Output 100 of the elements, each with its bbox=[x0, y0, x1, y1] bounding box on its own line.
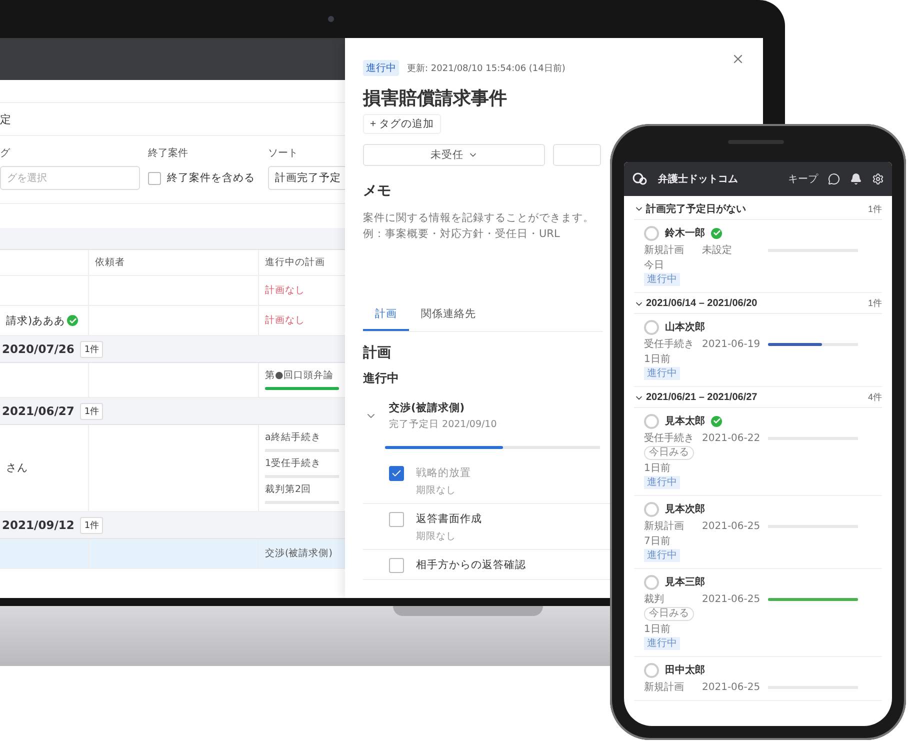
laptop-camera bbox=[328, 16, 334, 22]
section-heading: 計画 bbox=[363, 344, 391, 362]
status-badge: 進行中 bbox=[644, 367, 680, 380]
updated-time: 更新: 2021/08/10 15:54:06 (14日前) bbox=[407, 62, 566, 74]
count-badge: 1件 bbox=[80, 340, 104, 358]
filter-label: グ bbox=[0, 147, 11, 160]
client-name: 田中太郎 bbox=[665, 663, 705, 677]
status-badge: 進行中 bbox=[363, 60, 399, 76]
status-circle-icon bbox=[644, 574, 659, 590]
client-name: さん bbox=[6, 461, 29, 475]
plan-date: 2021-06-22 bbox=[702, 432, 762, 444]
client-name: 見本太郎 bbox=[665, 414, 705, 428]
table-row[interactable]: 請求)あああ 計画なし bbox=[0, 306, 345, 336]
case-card[interactable]: 見本次郎 新規計画 2021-06-25 7日前 進行中 bbox=[634, 496, 882, 569]
task-deadline: 期限なし bbox=[416, 530, 457, 543]
case-card[interactable]: 見本三郎 裁判 2021-06-25 今日みる 1日前 進行中 bbox=[634, 569, 882, 657]
plan-label: 計画なし bbox=[265, 314, 306, 327]
plan-due-date: 完了予定日 2021/09/10 bbox=[389, 418, 497, 431]
table-row[interactable]: 計画なし bbox=[0, 276, 345, 306]
stage-select[interactable]: 未受任 bbox=[363, 144, 545, 166]
status-circle-icon bbox=[644, 502, 659, 516]
task-title: 相手方からの返答確認 bbox=[416, 558, 526, 572]
status-circle-icon bbox=[644, 320, 659, 334]
plan-label: 裁判第2回 bbox=[265, 483, 312, 496]
case-card[interactable]: 田中太郎 新規計画 2021-06-25 bbox=[634, 657, 882, 701]
status-badge: 進行中 bbox=[644, 637, 680, 650]
plan-title: 交渉(被請求側) bbox=[389, 400, 466, 415]
plan-name: 新規計画 bbox=[644, 520, 685, 533]
plan-name: 受任手続き bbox=[644, 338, 695, 351]
case-title: 損害賠償請求事件 bbox=[363, 87, 508, 110]
bell-icon[interactable] bbox=[850, 173, 862, 185]
table-row[interactable]: さん a終結手続き 1受任手続き 裁判第2回 bbox=[0, 425, 345, 512]
group-header[interactable]: 計画完了予定日がない 1件 bbox=[634, 198, 882, 220]
task-deadline: 期限なし bbox=[416, 484, 457, 497]
settings-icon[interactable] bbox=[872, 173, 884, 185]
task-title: 返答書面作成 bbox=[416, 512, 482, 526]
client-name: 見本三郎 bbox=[665, 575, 705, 589]
keep-link[interactable]: キープ bbox=[788, 172, 818, 186]
tag-chip: 今日みる bbox=[644, 446, 694, 460]
group-date: 2021/06/27 bbox=[2, 404, 74, 418]
status-badge: 進行中 bbox=[644, 476, 680, 489]
client-name: 見本次郎 bbox=[665, 502, 705, 516]
status-circle-icon bbox=[644, 662, 659, 678]
group-header[interactable]: 2021/06/21 – 2021/06/27 4件 bbox=[634, 387, 882, 408]
plan-date: 2021-06-25 bbox=[702, 682, 762, 692]
elapsed-time: 今日 bbox=[644, 259, 665, 272]
close-button[interactable] bbox=[731, 52, 745, 66]
task-checkbox[interactable] bbox=[389, 466, 404, 481]
tab[interactable]: 計画 bbox=[363, 300, 409, 331]
checkmark-icon bbox=[391, 468, 402, 479]
sort-select[interactable]: 計画完了予定 bbox=[268, 166, 345, 190]
table-row[interactable]: 第●回口頭弁論 bbox=[0, 363, 345, 398]
row-text: 定 bbox=[0, 112, 11, 126]
plan-date: 未設定 bbox=[702, 244, 733, 257]
status-badge: 進行中 bbox=[644, 273, 680, 286]
tab[interactable]: 関係連絡先 bbox=[409, 300, 488, 331]
tag-select-field[interactable]: グを選択 bbox=[0, 166, 140, 190]
plan-label: 第●回口頭弁論 bbox=[265, 369, 334, 382]
logo-icon bbox=[632, 172, 648, 186]
client-name: 山本次郎 bbox=[665, 320, 705, 334]
group-date: 2020/07/26 bbox=[2, 342, 74, 356]
count-badge: 1件 bbox=[80, 402, 104, 420]
elapsed-time: 1日前 bbox=[644, 353, 672, 366]
plan-label: 1受任手続き bbox=[265, 457, 322, 470]
elapsed-time: 1日前 bbox=[644, 462, 672, 475]
chat-icon[interactable] bbox=[828, 173, 840, 185]
plan-name: 裁判 bbox=[644, 592, 665, 606]
filter-label: 終了案件 bbox=[148, 146, 189, 160]
memo-heading: メモ bbox=[363, 182, 391, 200]
client-name: 鈴木一郎 bbox=[665, 226, 705, 240]
plan-label: a終結手続き bbox=[265, 431, 322, 444]
filter-label: ソート bbox=[268, 147, 299, 160]
elapsed-time: 7日前 bbox=[644, 535, 672, 548]
group-date: 2021/09/12 bbox=[2, 518, 74, 532]
plan-name: 受任手続き bbox=[644, 432, 695, 445]
add-tag-button[interactable]: + タグの追加 bbox=[363, 114, 442, 134]
client-name: 請求)あああ bbox=[6, 314, 82, 328]
task-checkbox[interactable] bbox=[389, 558, 404, 573]
count-badge: 1件 bbox=[80, 516, 104, 534]
case-card[interactable]: 見本太郎 受任手続き 2021-06-22 今日みる 1日前 進行中 bbox=[634, 408, 882, 496]
plan-name: 新規計画 bbox=[644, 244, 685, 257]
task-checkbox[interactable] bbox=[389, 512, 404, 527]
plan-label: 計画なし bbox=[265, 284, 306, 297]
status-badge: 進行中 bbox=[644, 549, 680, 562]
plan-date: 2021-06-19 bbox=[702, 338, 762, 350]
tag-chip: 今日みる bbox=[644, 607, 694, 621]
subsection-heading: 進行中 bbox=[363, 370, 399, 387]
elapsed-time: 1日前 bbox=[644, 623, 672, 636]
brand-name: 弁護士ドットコム bbox=[658, 172, 739, 186]
plan-name: 新規計画 bbox=[644, 680, 685, 694]
include-closed-checkbox[interactable]: 終了案件を含める bbox=[148, 166, 260, 190]
plan-date: 2021-06-25 bbox=[702, 594, 762, 604]
plan-date: 2021-06-25 bbox=[702, 520, 762, 532]
case-card[interactable]: 山本次郎 受任手続き 2021-06-19 1日前 進行中 bbox=[634, 314, 882, 387]
group-header[interactable]: 2021/06/14 – 2021/06/20 1件 bbox=[634, 293, 882, 314]
case-card[interactable]: 鈴木一郎 新規計画 未設定 今日 進行中 bbox=[634, 220, 882, 293]
status-circle-icon bbox=[644, 226, 659, 240]
memo-hint: 案件に関する情報を記録することができます。 例：事案概要・対応方針・受任日・URL bbox=[363, 211, 594, 242]
table-row[interactable]: 交渉(被請求側) bbox=[0, 539, 345, 569]
plan-label: 交渉(被請求側) bbox=[265, 547, 334, 560]
